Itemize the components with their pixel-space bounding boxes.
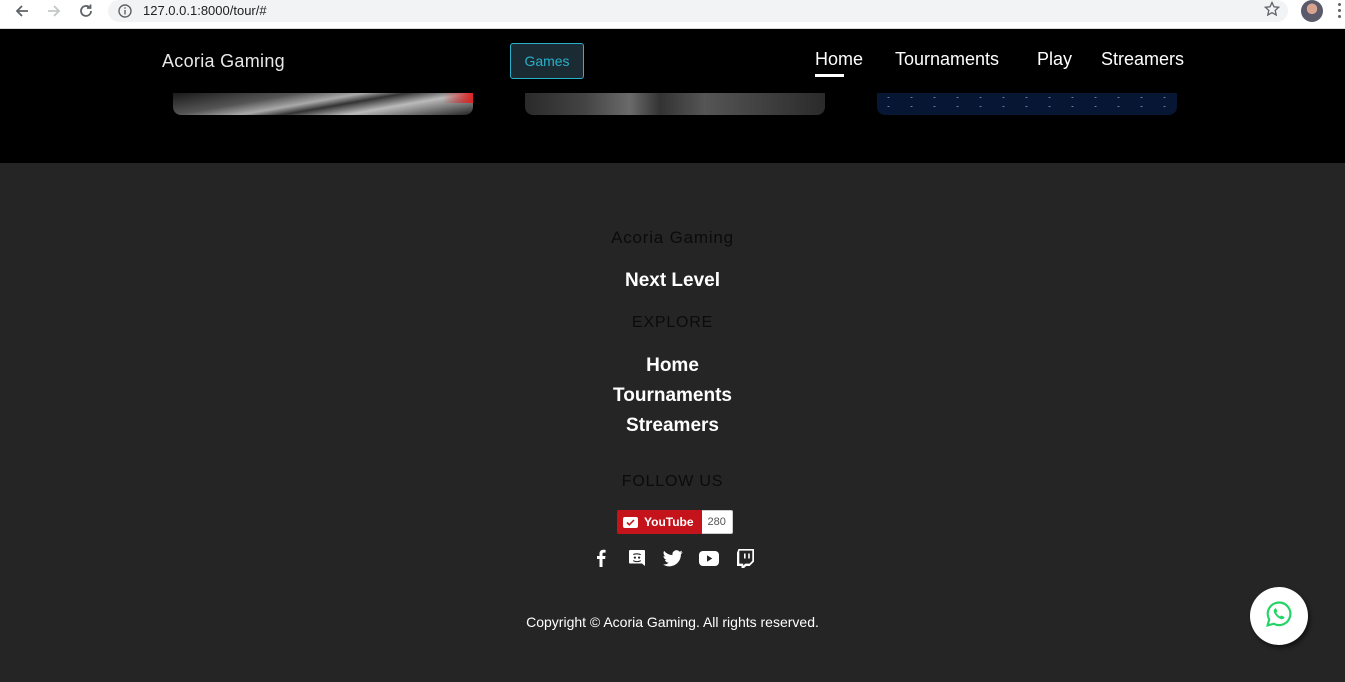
bookmark-star-icon[interactable] (1263, 0, 1281, 21)
profile-avatar[interactable] (1301, 0, 1323, 22)
footer-explore-heading: EXPLORE (631, 314, 714, 331)
social-links (590, 548, 756, 568)
url-text: 127.0.0.1:8000/tour/# (143, 3, 267, 18)
footer-brand: Acoria Gaming (611, 228, 734, 247)
nav-active-indicator (815, 74, 844, 77)
copyright-text: Copyright © Acoria Gaming. All rights re… (526, 614, 819, 630)
discord-icon[interactable] (626, 548, 648, 568)
browser-menu-icon[interactable] (1338, 3, 1342, 21)
nav-tournaments[interactable]: Tournaments (895, 49, 999, 70)
footer-link-tournaments[interactable]: Tournaments (0, 385, 1345, 407)
nav-play[interactable]: Play (1037, 49, 1072, 70)
youtube-label: YouTube (644, 515, 694, 529)
forward-icon[interactable] (43, 0, 65, 22)
site-header: Acoria Gaming Games Home Tournaments Pla… (0, 29, 1345, 163)
game-card-image[interactable] (525, 93, 825, 115)
youtube-subscriber-count: 280 (701, 510, 733, 534)
site-brand[interactable]: Acoria Gaming (162, 51, 285, 72)
footer-link-home[interactable]: Home (0, 355, 1345, 377)
footer-follow-heading: FOLLOW US (621, 473, 724, 490)
youtube-icon[interactable] (698, 548, 720, 568)
nav-streamers[interactable]: Streamers (1101, 49, 1184, 70)
address-bar[interactable]: 127.0.0.1:8000/tour/# (108, 0, 1288, 22)
youtube-subscribe-button[interactable]: YouTube 280 (617, 510, 733, 534)
reload-icon[interactable] (75, 0, 97, 22)
site-info-icon[interactable] (118, 3, 132, 22)
game-card-image[interactable] (877, 93, 1177, 115)
whatsapp-chat-button[interactable] (1250, 587, 1308, 645)
youtube-subscribe-label[interactable]: YouTube (617, 510, 702, 534)
twitch-icon[interactable] (734, 548, 756, 568)
whatsapp-icon (1265, 600, 1293, 632)
nav-home[interactable]: Home (815, 49, 863, 70)
browser-toolbar: 127.0.0.1:8000/tour/# (0, 0, 1345, 29)
game-card-image[interactable] (173, 93, 473, 115)
footer-link-streamers[interactable]: Streamers (0, 415, 1345, 437)
games-button[interactable]: Games (510, 43, 584, 79)
twitter-icon[interactable] (662, 548, 684, 568)
youtube-logo-icon (623, 516, 638, 528)
facebook-icon[interactable] (590, 548, 612, 568)
back-icon[interactable] (11, 0, 33, 22)
footer-tagline: Next Level (624, 270, 721, 291)
site-footer: Acoria Gaming Next Level EXPLORE Home To… (0, 163, 1345, 682)
